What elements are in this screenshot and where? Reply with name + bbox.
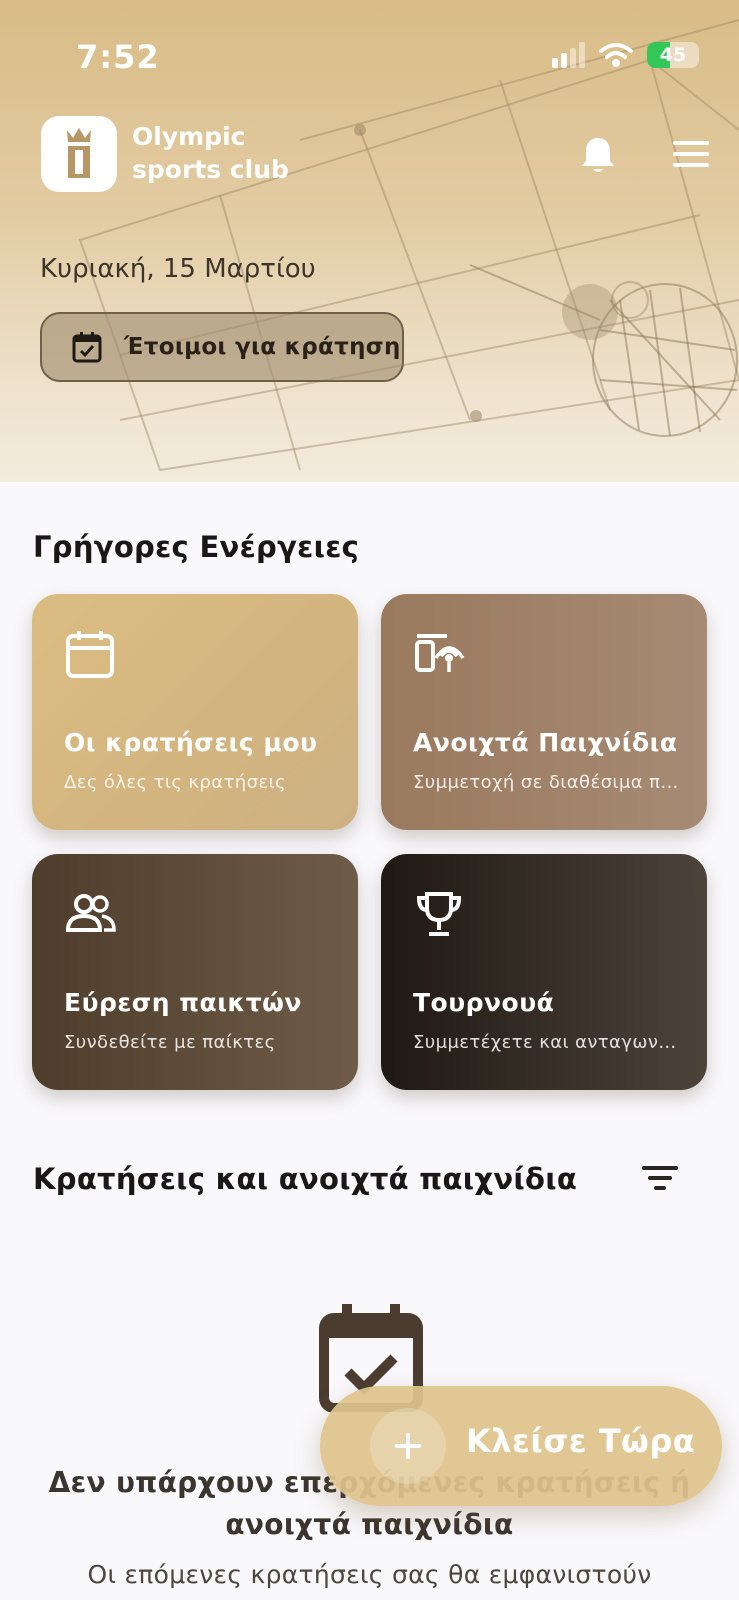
logo-icon[interactable] bbox=[41, 116, 117, 192]
battery-level: 45 bbox=[659, 44, 687, 66]
status-time: 7:52 bbox=[76, 38, 160, 76]
ready-to-book-label: Έτοιμοι για κράτηση bbox=[124, 334, 401, 360]
card-title: Ανοιχτά Παιχνίδια bbox=[413, 728, 678, 757]
card-subtitle: Δες όλες τις κρατήσεις bbox=[64, 772, 286, 793]
find-players-card[interactable]: Εύρεση παικτών Συνδεθείτε με παίκτες bbox=[32, 854, 358, 1090]
bell-icon[interactable] bbox=[578, 134, 618, 176]
empty-state-subtitle: Οι επόμενες κρατήσεις σας θα εμφανιστούν bbox=[87, 1560, 652, 1589]
calendar-check-icon bbox=[72, 332, 102, 363]
trophy-icon bbox=[416, 892, 462, 936]
brand-line-2: sports club bbox=[132, 155, 289, 184]
signal-icon bbox=[552, 42, 585, 68]
card-subtitle: Συμμετέχετε και ανταγωνιστείτε bbox=[413, 1032, 681, 1053]
battery-charging-icon: 45 bbox=[647, 42, 699, 68]
menu-icon[interactable] bbox=[672, 138, 710, 170]
card-title: Οι κρατήσεις μου bbox=[64, 728, 318, 757]
book-now-button[interactable]: Κλείσε Τώρα bbox=[320, 1386, 722, 1506]
people-icon bbox=[65, 894, 116, 932]
calendar-icon bbox=[66, 631, 114, 678]
ready-to-book-button[interactable]: Έτοιμοι για κράτηση bbox=[40, 312, 404, 382]
current-date: Κυριακή, 15 Μαρτίου bbox=[40, 254, 316, 284]
card-title: Τουρνουά bbox=[413, 988, 555, 1017]
brand-line-1: Olympic bbox=[132, 122, 246, 151]
status-icons: 45 bbox=[552, 42, 699, 68]
card-subtitle: Συμμετοχή σε διαθέσιμα παιχνίδια bbox=[413, 772, 681, 793]
home-screen: 7:52 45 Olympic sports club Κυριακή, 15 … bbox=[0, 0, 739, 1600]
filter-icon[interactable] bbox=[640, 1162, 680, 1194]
bookings-section-title: Κρατήσεις και ανοιχτά παιχνίδια bbox=[33, 1162, 578, 1196]
plus-icon bbox=[370, 1408, 446, 1484]
hero-header: 7:52 45 Olympic sports club Κυριακή, 15 … bbox=[0, 0, 739, 482]
court-broadcast-icon bbox=[415, 634, 465, 672]
book-now-label: Κλείσε Τώρα bbox=[466, 1422, 696, 1460]
my-bookings-card[interactable]: Οι κρατήσεις μου Δες όλες τις κρατήσεις bbox=[32, 594, 358, 830]
tournaments-card[interactable]: Τουρνουά Συμμετέχετε και ανταγωνιστείτε bbox=[381, 854, 707, 1090]
quick-actions-title: Γρήγορες Ενέργειες bbox=[33, 530, 360, 564]
brand-name: Olympic sports club bbox=[132, 120, 289, 186]
card-title: Εύρεση παικτών bbox=[64, 988, 302, 1017]
open-games-card[interactable]: Ανοιχτά Παιχνίδια Συμμετοχή σε διαθέσιμα… bbox=[381, 594, 707, 830]
wifi-icon bbox=[599, 43, 633, 67]
card-subtitle: Συνδεθείτε με παίκτες bbox=[64, 1032, 276, 1053]
